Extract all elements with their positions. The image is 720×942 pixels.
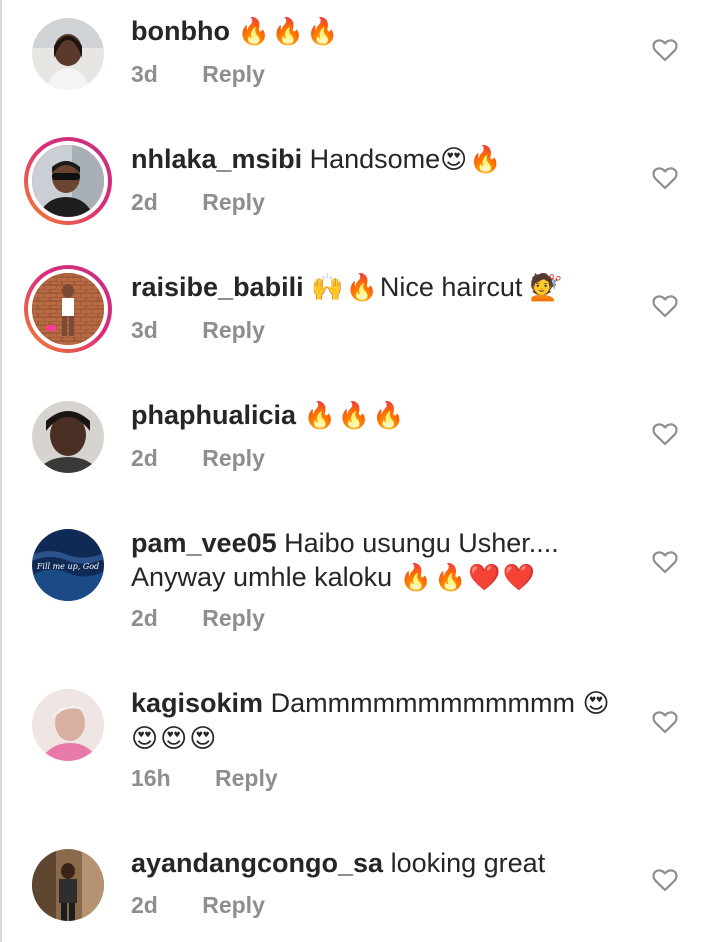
comment-text: looking great <box>390 848 546 878</box>
comment-meta: 3d Reply <box>131 60 265 88</box>
comment-body: ayandangcongo_sa looking great <box>131 846 640 880</box>
comment-body: nhlaka_msibi Handsome😍🔥 <box>131 142 640 177</box>
comment-body: raisibe_babili 🙌🔥Nice haircut 💇 <box>131 270 640 305</box>
heart-outline-icon[interactable] <box>652 166 678 190</box>
comment-text: Handsome <box>309 144 441 174</box>
comment-emoji: 🔥🔥❤️❤️ <box>399 563 538 593</box>
heart-outline-icon[interactable] <box>652 550 678 574</box>
comment-time: 3d <box>131 317 158 343</box>
avatar[interactable]: Fill me up, God <box>32 529 104 601</box>
comment-text: Nice haircut <box>379 272 523 302</box>
comment-emoji-prefix: 🙌🔥 <box>311 273 380 303</box>
comment-username[interactable]: kagisokim <box>131 688 263 718</box>
comment-meta: 2d Reply <box>131 444 265 472</box>
avatar-caption: Fill me up, God <box>36 562 99 571</box>
comment-time: 2d <box>131 445 158 471</box>
comment-meta: 2d Reply <box>131 604 265 632</box>
reply-button[interactable]: Reply <box>202 444 265 472</box>
comment-meta: 3d Reply <box>131 316 265 344</box>
avatar[interactable] <box>32 689 104 761</box>
comment-body: kagisokim Dammmmmmmmmmmm 😍😍😍😍 <box>131 686 640 756</box>
comment-emoji: 💇 <box>529 273 565 303</box>
reply-button[interactable]: Reply <box>202 604 265 632</box>
comment-body: pam_vee05 Haibo usungu Usher.... Anyway … <box>131 526 640 595</box>
comment-emoji: 🔥🔥🔥 <box>303 401 407 431</box>
comment-meta: 16h Reply <box>131 764 278 792</box>
heart-outline-icon[interactable] <box>652 868 678 892</box>
comment-time: 3d <box>131 61 158 87</box>
reply-button[interactable]: Reply <box>202 60 265 88</box>
comment-username[interactable]: pam_vee05 <box>131 528 277 558</box>
heart-outline-icon[interactable] <box>652 294 678 318</box>
comment-time: 2d <box>131 189 158 215</box>
avatar-story-ring[interactable] <box>24 137 112 225</box>
comment-username[interactable]: raisibe_babili <box>131 272 304 302</box>
comment-time: 2d <box>131 892 158 918</box>
comment-time: 16h <box>131 765 171 791</box>
comment-text: Dammmmmmmmmmmm <box>270 688 575 718</box>
comment-meta: 2d Reply <box>131 891 265 919</box>
comment-meta: 2d Reply <box>131 188 265 216</box>
comment-username[interactable]: nhlaka_msibi <box>131 144 302 174</box>
heart-outline-icon[interactable] <box>652 38 678 62</box>
comment-body: phaphualicia 🔥🔥🔥 <box>131 398 640 433</box>
avatar[interactable] <box>32 401 104 473</box>
reply-button[interactable]: Reply <box>202 188 265 216</box>
comment-username[interactable]: ayandangcongo_sa <box>131 848 383 878</box>
comment-emoji: 🔥🔥🔥 <box>237 17 341 47</box>
comment-time: 2d <box>131 605 158 631</box>
left-divider <box>0 0 2 942</box>
heart-outline-icon[interactable] <box>652 422 678 446</box>
comment-username[interactable]: phaphualicia <box>131 400 296 430</box>
comment-username[interactable]: bonbho <box>131 16 230 46</box>
reply-button[interactable]: Reply <box>215 764 278 792</box>
comment-body: bonbho 🔥🔥🔥 <box>131 14 640 49</box>
avatar[interactable] <box>32 849 104 921</box>
reply-button[interactable]: Reply <box>202 316 265 344</box>
reply-button[interactable]: Reply <box>202 891 265 919</box>
heart-outline-icon[interactable] <box>652 710 678 734</box>
avatar[interactable] <box>32 18 104 90</box>
comment-emoji: 😍🔥 <box>440 145 504 175</box>
avatar-story-ring[interactable] <box>24 265 112 353</box>
